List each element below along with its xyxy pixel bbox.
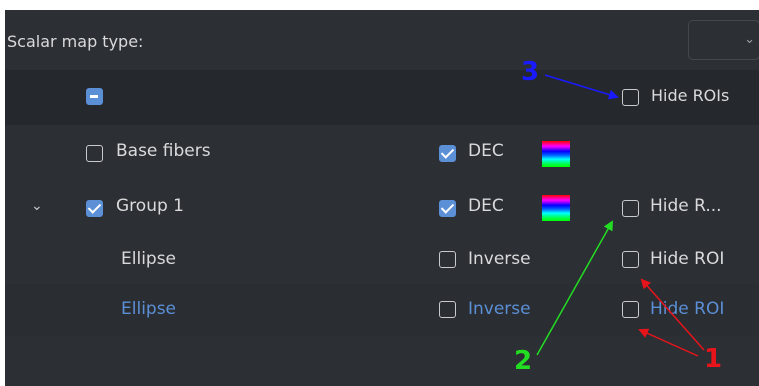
tractography-panel: Scalar map type: ⌄ Hide ROIs Base fibers… [0,0,759,386]
table-row[interactable]: Ellipse Inverse Hide ROI [5,284,759,337]
empty-area [5,336,759,386]
chevron-down-icon: ⌄ [744,32,755,47]
color-mode-label: DEC [468,196,504,216]
annotation-label-2: 2 [514,346,533,376]
scalar-map-dropdown[interactable]: ⌄ [688,20,759,60]
row-name: Ellipse [121,249,177,269]
base-fibers-checkbox[interactable] [86,145,103,162]
inverse-checkbox[interactable] [439,301,456,318]
hide-roi-checkbox[interactable] [622,200,639,217]
row-name: Group 1 [116,196,184,216]
table-row: ⌄ Group 1 DEC Hide R... [5,182,759,235]
table-row: Ellipse Inverse Hide ROI [5,234,759,285]
annotation-label-1: 1 [704,344,723,374]
scalar-map-row: Scalar map type: ⌄ [5,10,759,71]
row-name: Base fibers [116,141,211,161]
colormap-swatch[interactable] [542,195,570,221]
hide-roi-label: Hide ROI [650,299,725,319]
chevron-down-icon[interactable]: ⌄ [31,198,43,214]
hide-rois-label: Hide ROIs [651,86,730,105]
hide-roi-checkbox[interactable] [622,301,639,318]
table-header-row: Hide ROIs [5,70,759,126]
hide-roi-label: Hide ROI [650,249,725,269]
color-mode-label: Inverse [468,249,531,269]
select-all-checkbox[interactable] [86,88,103,105]
inverse-checkbox[interactable] [439,251,456,268]
hide-roi-checkbox[interactable] [622,251,639,268]
color-mode-label: Inverse [468,299,531,319]
panel-body: Scalar map type: ⌄ Hide ROIs Base fibers… [5,10,759,386]
row-name: Ellipse [121,299,177,319]
table-row: Base fibers DEC [5,125,759,183]
color-mode-label: DEC [468,141,504,161]
annotation-label-3: 3 [521,57,540,87]
scalar-map-label: Scalar map type: [7,32,144,51]
dec-checkbox[interactable] [439,145,456,162]
group-checkbox[interactable] [86,200,103,217]
hide-roi-label: Hide R... [650,196,722,216]
hide-rois-checkbox[interactable] [622,89,639,106]
dec-checkbox[interactable] [439,200,456,217]
colormap-swatch[interactable] [542,141,570,167]
